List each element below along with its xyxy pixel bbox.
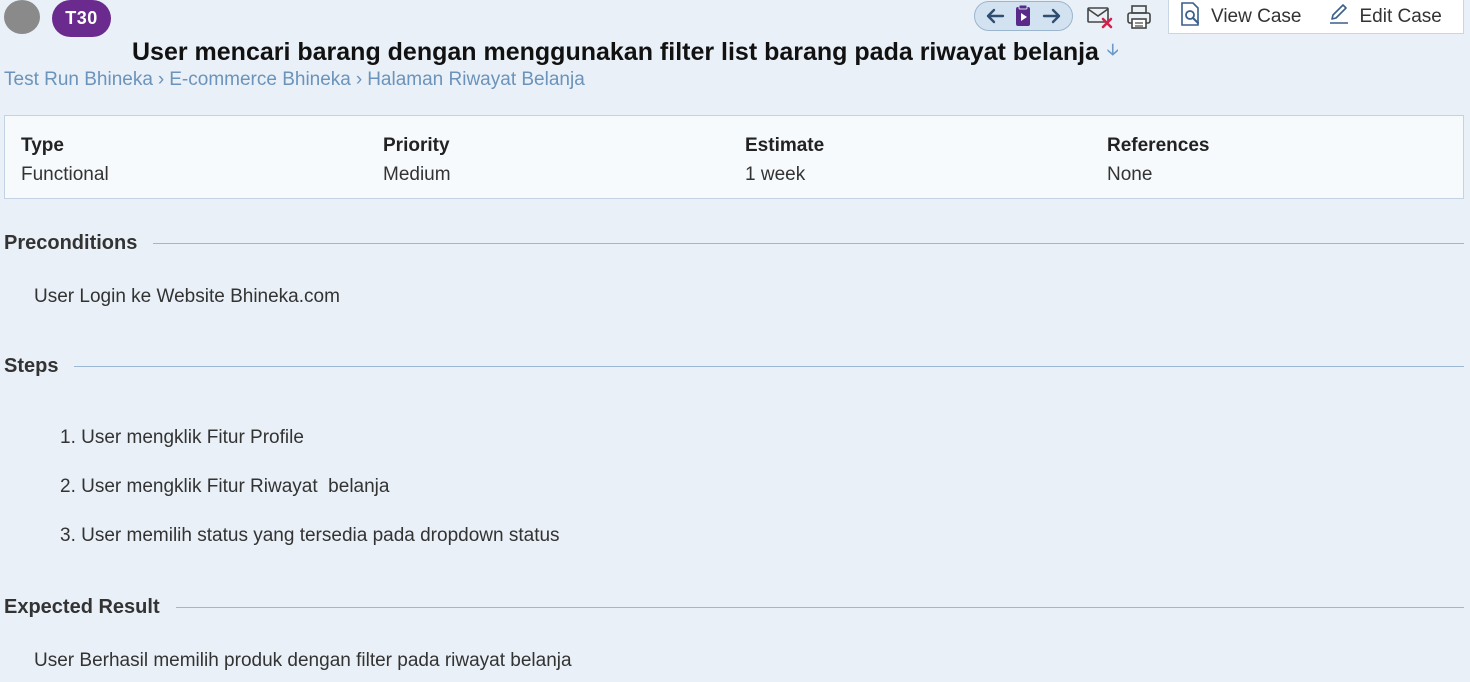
case-info-panel: Type Functional Priority Medium Estimate…: [4, 115, 1464, 199]
steps-list: 1. User mengklik Fitur Profile 2. User m…: [60, 426, 560, 573]
printer-icon[interactable]: [1124, 2, 1154, 32]
steps-header: Steps: [4, 355, 1464, 378]
expected-result-heading: Expected Result: [4, 596, 160, 618]
case-id-badge: T30: [52, 0, 111, 37]
edit-case-label: Edit Case: [1359, 5, 1442, 27]
case-actions: View Case Edit Case: [1168, 0, 1464, 34]
steps-heading: Steps: [4, 355, 59, 377]
breadcrumb-separator: ›: [355, 69, 363, 90]
case-title-block: User mencari barang dengan menggunakan f…: [132, 38, 1119, 67]
info-references: References None: [1107, 134, 1209, 187]
breadcrumb-project[interactable]: E-commerce Bhineka: [169, 69, 351, 91]
pencil-icon: [1327, 2, 1351, 32]
arrow-right-icon[interactable]: [1039, 3, 1065, 29]
priority-value: Medium: [383, 164, 451, 185]
breadcrumb-section[interactable]: Halaman Riwayat Belanja: [367, 69, 585, 91]
step-item: 2. User mengklik Fitur Riwayat belanja: [60, 476, 390, 497]
step-item: 1. User mengklik Fitur Profile: [60, 427, 304, 448]
divider: [175, 607, 1464, 608]
view-case-button[interactable]: View Case: [1169, 0, 1311, 33]
clipboard-play-icon[interactable]: [1010, 3, 1036, 29]
preconditions-header: Preconditions: [4, 232, 1464, 255]
preconditions-text: User Login ke Website Bhineka.com: [34, 286, 340, 307]
arrow-left-icon[interactable]: [982, 3, 1008, 29]
breadcrumb-separator: ›: [157, 69, 165, 90]
edit-case-button[interactable]: Edit Case: [1317, 0, 1451, 33]
references-value: None: [1107, 164, 1153, 185]
case-navigation: [974, 1, 1073, 31]
step-item: 3. User memilih status yang tersedia pad…: [60, 525, 560, 546]
info-priority: Priority Medium: [383, 134, 451, 187]
mail-x-icon[interactable]: [1085, 2, 1115, 32]
info-estimate: Estimate 1 week: [745, 134, 824, 187]
priority-label: Priority: [383, 135, 450, 156]
type-label: Type: [21, 135, 64, 156]
status-indicator: [4, 0, 40, 34]
view-case-label: View Case: [1211, 5, 1302, 27]
divider: [153, 243, 1464, 244]
estimate-label: Estimate: [745, 135, 825, 156]
divider: [74, 366, 1464, 367]
info-type: Type Functional: [21, 134, 109, 187]
breadcrumb: Test Run Bhineka › E-commerce Bhineka › …: [4, 69, 585, 91]
arrow-down-icon[interactable]: 🡣: [1107, 39, 1119, 66]
preconditions-heading: Preconditions: [4, 232, 138, 254]
document-search-icon: [1179, 1, 1203, 33]
estimate-value: 1 week: [745, 164, 806, 185]
references-label: References: [1107, 135, 1210, 156]
expected-result-header: Expected Result: [4, 596, 1464, 619]
expected-result-text: User Berhasil memilih produk dengan filt…: [34, 650, 572, 671]
page-title: User mencari barang dengan menggunakan f…: [132, 38, 1099, 66]
breadcrumb-test-run[interactable]: Test Run Bhineka: [4, 69, 153, 91]
type-value: Functional: [21, 164, 109, 185]
